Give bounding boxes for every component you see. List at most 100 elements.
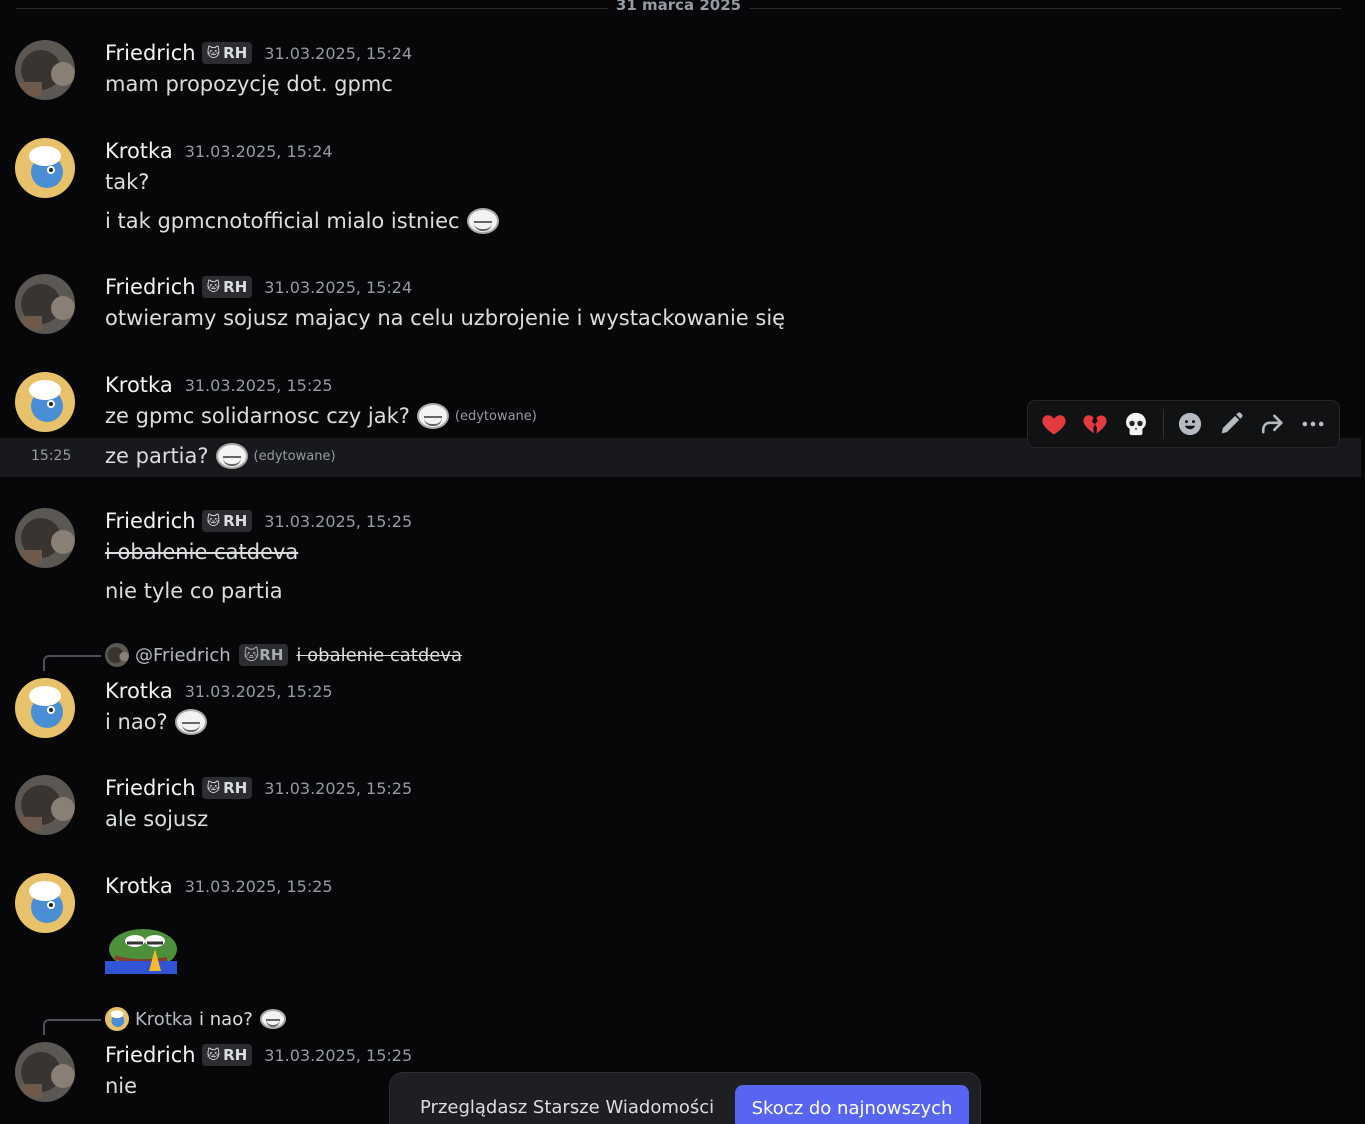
message-header: Krotka 31.03.2025, 15:25 xyxy=(105,872,333,900)
message-text: ze gpmc solidarnosc czy jak? xyxy=(105,404,410,428)
older-messages-bar: Przeglądasz Starsze Wiadomości Skocz do … xyxy=(389,1072,981,1124)
toolbar-separator xyxy=(1162,409,1164,439)
message-line: ze partia? (edytowane) xyxy=(105,443,336,469)
avatar-friedrich[interactable] xyxy=(15,274,75,334)
heart-icon[interactable] xyxy=(1034,404,1075,444)
add-reaction-icon[interactable] xyxy=(1170,404,1211,444)
timestamp[interactable]: 31.03.2025, 15:24 xyxy=(264,44,412,63)
role-tag-label: RH xyxy=(223,512,248,530)
reply-spine xyxy=(43,655,101,671)
timestamp[interactable]: 31.03.2025, 15:25 xyxy=(264,512,412,531)
more-icon[interactable] xyxy=(1292,404,1333,444)
cat-icon: 🐱 xyxy=(206,1047,221,1063)
cat-icon: 🐱 xyxy=(206,279,221,295)
message-text: mam propozycję dot. gpmc xyxy=(105,72,393,96)
timestamp[interactable]: 31.03.2025, 15:25 xyxy=(264,1046,412,1065)
message-line: i tak gpmcnotofficial mialo istniec xyxy=(105,208,499,234)
username[interactable]: Friedrich xyxy=(105,1043,196,1067)
message-text: tak? xyxy=(105,170,150,194)
timestamp[interactable]: 31.03.2025, 15:24 xyxy=(264,278,412,297)
username[interactable]: Friedrich xyxy=(105,776,196,800)
message-header: Krotka 31.03.2025, 15:25 xyxy=(105,371,333,399)
timestamp[interactable]: 31.03.2025, 15:24 xyxy=(185,142,333,161)
date-divider-label: 31 marca 2025 xyxy=(607,0,750,14)
role-tag-label: RH xyxy=(223,779,248,797)
username[interactable]: Friedrich xyxy=(105,509,196,533)
reply-preview[interactable]: Krotka i nao? xyxy=(105,1006,286,1032)
reply-avatar xyxy=(105,1007,129,1031)
jump-to-present-button[interactable]: Skocz do najnowszych xyxy=(735,1085,969,1124)
edit-icon[interactable] xyxy=(1210,404,1251,444)
avatar-friedrich[interactable] xyxy=(15,1042,75,1102)
message-text: nie xyxy=(105,1074,138,1098)
message-header: Friedrich 🐱 RH 31.03.2025, 15:25 xyxy=(105,774,412,802)
reply-text: i nao? xyxy=(199,1008,253,1030)
avatar-krotka[interactable] xyxy=(15,372,75,432)
hover-timestamp[interactable]: 15:25 xyxy=(31,448,71,464)
pepe-pray-emoji-icon[interactable] xyxy=(105,921,177,974)
message-line: ze gpmc solidarnosc czy jak? (edytowane) xyxy=(105,403,537,429)
cat-icon: 🐱 xyxy=(243,646,260,664)
message-header: Krotka 31.03.2025, 15:25 xyxy=(105,677,333,705)
trollface-emoji-icon xyxy=(215,443,248,469)
message-text: ze partia? xyxy=(105,444,209,468)
reply-preview[interactable]: @Friedrich 🐱 RH i obalenie catdeva xyxy=(105,642,462,668)
reply-role-tag-label: RH xyxy=(259,646,284,664)
trollface-emoji-icon xyxy=(416,403,449,429)
username[interactable]: Krotka xyxy=(105,874,173,898)
forward-icon[interactable] xyxy=(1251,404,1292,444)
older-messages-label: Przeglądasz Starsze Wiadomości xyxy=(420,1097,715,1118)
timestamp[interactable]: 31.03.2025, 15:25 xyxy=(185,682,333,701)
reply-text: i obalenie catdeva xyxy=(296,644,463,666)
message-text: otwieramy sojusz majacy na celu uzbrojen… xyxy=(105,306,786,330)
role-tag[interactable]: 🐱 RH xyxy=(201,510,253,532)
message-header: Friedrich 🐱 RH 31.03.2025, 15:24 xyxy=(105,39,412,67)
avatar-krotka[interactable] xyxy=(15,678,75,738)
chat-view: 31 marca 2025 Friedrich 🐱 RH 31.03.2025, … xyxy=(0,0,1365,1124)
role-tag-label: RH xyxy=(223,278,248,296)
message-text-strikethrough: i obalenie catdeva xyxy=(105,540,299,564)
role-tag[interactable]: 🐱 RH xyxy=(201,777,253,799)
avatar-friedrich[interactable] xyxy=(15,508,75,568)
message-text: i nao? xyxy=(105,710,168,734)
edited-label: (edytowane) xyxy=(253,448,336,464)
username[interactable]: Friedrich xyxy=(105,41,196,65)
date-divider: 31 marca 2025 xyxy=(16,0,1341,16)
cat-icon: 🐱 xyxy=(206,513,221,529)
username[interactable]: Friedrich xyxy=(105,275,196,299)
broken-heart-icon[interactable] xyxy=(1075,404,1116,444)
skull-icon[interactable] xyxy=(1116,404,1157,444)
avatar-friedrich[interactable] xyxy=(15,40,75,100)
reply-username[interactable]: Krotka xyxy=(135,1009,193,1030)
message-header: Friedrich 🐱 RH 31.03.2025, 15:25 xyxy=(105,507,412,535)
username[interactable]: Krotka xyxy=(105,679,173,703)
role-tag[interactable]: 🐱 RH xyxy=(201,1044,253,1066)
timestamp[interactable]: 31.03.2025, 15:25 xyxy=(185,877,333,896)
username[interactable]: Krotka xyxy=(105,139,173,163)
timestamp[interactable]: 31.03.2025, 15:25 xyxy=(185,376,333,395)
cat-icon: 🐱 xyxy=(206,780,221,796)
username[interactable]: Krotka xyxy=(105,373,173,397)
trollface-emoji-icon xyxy=(466,208,499,234)
message-header: Krotka 31.03.2025, 15:24 xyxy=(105,137,333,165)
message-header: Friedrich 🐱 RH 31.03.2025, 15:25 xyxy=(105,1041,412,1069)
reply-role-tag: 🐱 RH xyxy=(238,644,289,666)
message-action-toolbar xyxy=(1027,400,1340,448)
role-tag[interactable]: 🐱 RH xyxy=(201,276,253,298)
message-header: Friedrich 🐱 RH 31.03.2025, 15:24 xyxy=(105,273,412,301)
message-text: nie tyle co partia xyxy=(105,579,283,603)
avatar-friedrich[interactable] xyxy=(15,775,75,835)
timestamp[interactable]: 31.03.2025, 15:25 xyxy=(264,779,412,798)
reply-spine xyxy=(43,1019,101,1035)
role-tag-label: RH xyxy=(223,1046,248,1064)
cat-icon: 🐱 xyxy=(206,45,221,61)
role-tag[interactable]: 🐱 RH xyxy=(201,42,253,64)
reply-avatar xyxy=(105,643,129,667)
avatar-krotka[interactable] xyxy=(15,138,75,198)
role-tag-label: RH xyxy=(223,44,248,62)
reply-username[interactable]: @Friedrich xyxy=(135,645,231,666)
avatar-krotka[interactable] xyxy=(15,873,75,933)
trollface-emoji-icon xyxy=(174,709,207,735)
message-text: ale sojusz xyxy=(105,807,209,831)
edited-label: (edytowane) xyxy=(454,408,537,424)
